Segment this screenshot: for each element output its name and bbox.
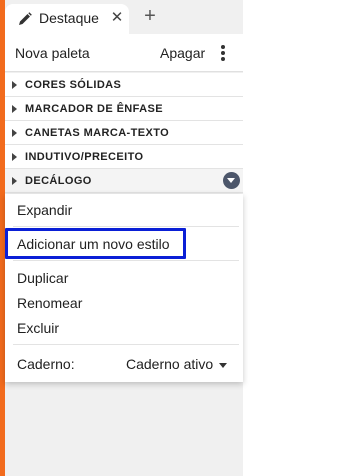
expand-arrow-icon[interactable] <box>12 105 17 113</box>
category-label: CORES SÓLIDAS <box>25 79 122 91</box>
tab-label: Destaque <box>39 10 99 26</box>
category-marcador-de-enfase[interactable]: MARCADOR DE ÊNFASE <box>5 97 243 121</box>
category-label: INDUTIVO/PRECEITO <box>25 151 144 163</box>
notebook-label: Caderno: <box>17 356 75 372</box>
annotation-highlight-box <box>5 228 186 259</box>
palette-header: Nova paleta Apagar <box>5 34 243 72</box>
kebab-menu-icon[interactable] <box>218 44 228 64</box>
category-indutivo-preceito[interactable]: INDUTIVO/PRECEITO <box>5 145 243 169</box>
pen-icon <box>19 12 32 25</box>
clear-button[interactable]: Apagar <box>160 45 205 61</box>
menu-divider <box>13 260 239 261</box>
category-list: CORES SÓLIDAS MARCADOR DE ÊNFASE CANETAS… <box>5 73 243 193</box>
chevron-down-icon[interactable] <box>223 172 240 189</box>
menu-divider <box>13 344 239 345</box>
expand-arrow-icon[interactable] <box>12 81 17 89</box>
category-decalogo[interactable]: DECÁLOGO <box>5 169 243 193</box>
category-label: DECÁLOGO <box>25 175 92 187</box>
category-label: MARCADOR DE ÊNFASE <box>25 103 163 115</box>
expand-arrow-icon[interactable] <box>12 129 17 137</box>
notebook-select-value: Caderno ativo <box>126 356 214 372</box>
palette-title: Nova paleta <box>15 45 90 61</box>
category-context-menu: Expandir Adicionar um novo estilo Duplic… <box>5 194 243 382</box>
menu-item-duplicate[interactable]: Duplicar <box>17 270 68 286</box>
new-tab-button[interactable]: + <box>140 5 160 27</box>
close-tab-icon[interactable]: ✕ <box>109 9 125 27</box>
expand-arrow-icon[interactable] <box>12 177 17 185</box>
menu-item-expand[interactable]: Expandir <box>17 202 72 218</box>
category-canetas-marca-texto[interactable]: CANETAS MARCA-TEXTO <box>5 121 243 145</box>
category-cores-solidas[interactable]: CORES SÓLIDAS <box>5 73 243 97</box>
menu-item-delete[interactable]: Excluir <box>17 320 59 336</box>
notebook-select[interactable]: Caderno ativo <box>126 356 228 372</box>
menu-item-rename[interactable]: Renomear <box>17 295 82 311</box>
caret-down-icon <box>219 362 228 368</box>
category-label: CANETAS MARCA-TEXTO <box>25 127 170 139</box>
menu-divider <box>13 226 239 227</box>
expand-arrow-icon[interactable] <box>12 153 17 161</box>
tab-destaque[interactable]: Destaque ✕ <box>5 4 129 34</box>
